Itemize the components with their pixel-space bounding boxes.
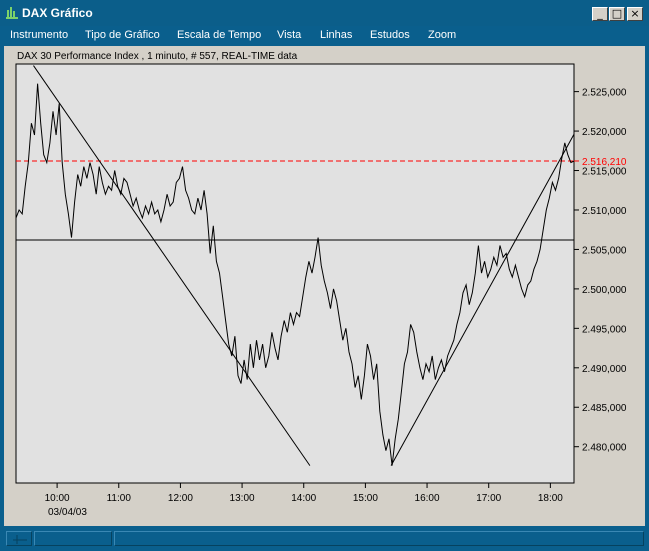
maximize-button[interactable]: □: [609, 7, 625, 21]
status-bar: [0, 528, 649, 551]
menu-vista[interactable]: Vista: [277, 29, 301, 41]
menu-estudos[interactable]: Estudos: [370, 29, 410, 41]
y-tick-label: 2.505,000: [582, 245, 627, 256]
chart-window: DAX Gráfico _ □ × Instrumento Tipo de Gr…: [0, 0, 649, 551]
x-tick-label: 12:00: [168, 493, 193, 504]
chart-title: DAX 30 Performance Index , 1 minuto, # 5…: [17, 51, 298, 62]
price-chart[interactable]: DAX 30 Performance Index , 1 minuto, # 5…: [4, 46, 645, 526]
y-tick-label: 2.510,000: [582, 206, 627, 217]
menu-tipo-de-grafico[interactable]: Tipo de Gráfico: [85, 29, 160, 41]
y-tick-label: 2.485,000: [582, 403, 627, 414]
x-date-label: 03/04/03: [48, 507, 87, 518]
x-tick-label: 14:00: [291, 493, 316, 504]
y-tick-label: 2.480,000: [582, 443, 627, 454]
y-tick-label: 2.500,000: [582, 285, 627, 296]
current-price-label: 2.516,210: [582, 157, 627, 168]
window-title: DAX Gráfico: [22, 6, 93, 20]
chart-area: DAX 30 Performance Index , 1 minuto, # 5…: [4, 46, 645, 526]
x-tick-label: 16:00: [415, 493, 440, 504]
chart-app-icon: [6, 6, 18, 19]
y-tick-label: 2.515,000: [582, 167, 627, 178]
x-tick-label: 10:00: [45, 493, 70, 504]
status-cell-2: [114, 531, 644, 546]
title-bar[interactable]: DAX Gráfico _ □ ×: [0, 0, 649, 26]
status-cell-grip: [6, 531, 32, 546]
menu-bar: Instrumento Tipo de Gráfico Escala de Te…: [0, 26, 649, 46]
menu-escala-de-tempo[interactable]: Escala de Tempo: [177, 29, 261, 41]
grip-icon: [13, 535, 27, 544]
x-tick-label: 18:00: [538, 493, 563, 504]
y-tick-label: 2.525,000: [582, 88, 627, 99]
plot-area[interactable]: [15, 63, 575, 484]
status-cell-1: [34, 531, 112, 546]
x-tick-label: 11:00: [107, 493, 132, 504]
y-tick-label: 2.495,000: [582, 324, 627, 335]
x-tick-label: 17:00: [476, 493, 501, 504]
x-tick-label: 13:00: [230, 493, 255, 504]
x-tick-label: 15:00: [353, 493, 378, 504]
minimize-button[interactable]: _: [592, 7, 608, 21]
menu-linhas[interactable]: Linhas: [320, 29, 352, 41]
y-tick-label: 2.520,000: [582, 127, 627, 138]
close-button[interactable]: ×: [627, 7, 643, 21]
y-tick-label: 2.490,000: [582, 364, 627, 375]
menu-zoom[interactable]: Zoom: [428, 29, 456, 41]
menu-instrumento[interactable]: Instrumento: [10, 29, 68, 41]
